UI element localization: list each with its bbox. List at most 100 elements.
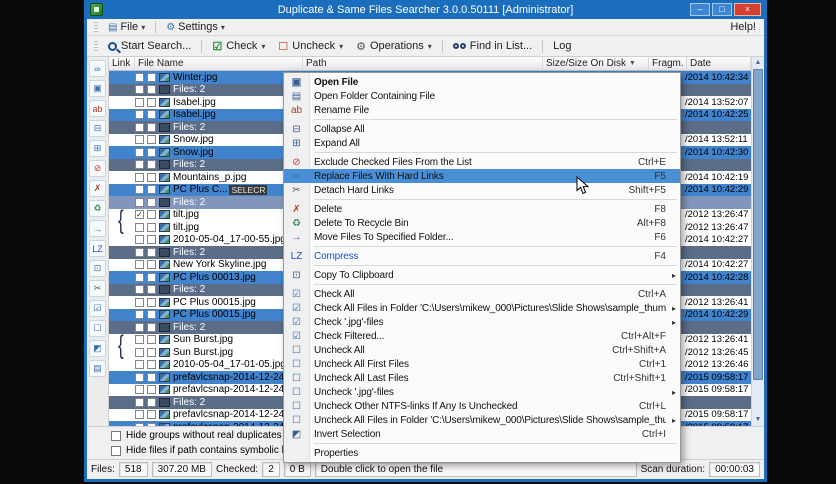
- menu-file[interactable]: ▤ File ▾: [103, 20, 150, 34]
- row-checkbox[interactable]: [147, 260, 156, 270]
- expand-icon[interactable]: ⊞: [89, 140, 106, 157]
- copy-icon[interactable]: ⊡: [89, 260, 106, 277]
- detach-icon[interactable]: ✂: [89, 280, 106, 297]
- uncheck-all-icon[interactable]: ☐: [89, 320, 106, 337]
- row-checkbox[interactable]: [135, 310, 144, 320]
- row-checkbox[interactable]: [135, 185, 144, 195]
- row-checkbox[interactable]: [135, 272, 144, 282]
- maximize-button[interactable]: □: [712, 3, 732, 16]
- row-checkbox[interactable]: [147, 347, 156, 357]
- row-checkbox[interactable]: [147, 322, 156, 332]
- start-search-button[interactable]: Start Search...: [102, 38, 197, 54]
- row-checkbox[interactable]: [135, 335, 144, 345]
- row-checkbox[interactable]: [147, 197, 156, 207]
- compress-icon[interactable]: LZ: [89, 240, 106, 257]
- minimize-button[interactable]: –: [690, 3, 710, 16]
- row-checkbox[interactable]: [147, 297, 156, 307]
- hide-symlink-checkbox[interactable]: [111, 445, 121, 456]
- context-menu-item[interactable]: ☑ Check '.jpg'-files ▸: [284, 315, 680, 329]
- context-menu-item[interactable]: ☐ Uncheck '.jpg'-files ▸: [284, 385, 680, 399]
- row-checkbox[interactable]: [147, 335, 156, 345]
- operations-button[interactable]: ⚙ Operations ▾: [350, 38, 438, 55]
- row-checkbox[interactable]: [135, 297, 144, 307]
- row-checkbox[interactable]: [147, 410, 156, 420]
- row-checkbox[interactable]: [147, 185, 156, 195]
- row-checkbox[interactable]: [135, 135, 144, 145]
- column-header-link[interactable]: Link: [109, 57, 135, 70]
- row-checkbox[interactable]: [147, 110, 156, 120]
- open-folder-icon[interactable]: ▤: [89, 360, 106, 377]
- row-checkbox[interactable]: [135, 397, 144, 407]
- row-checkbox[interactable]: [135, 410, 144, 420]
- row-checkbox[interactable]: [147, 160, 156, 170]
- column-header-file-name[interactable]: File Name: [135, 57, 303, 70]
- context-menu-item[interactable]: ▣ Open File: [284, 75, 680, 89]
- context-menu-item[interactable]: ⊞ Expand All: [284, 136, 680, 150]
- row-checkbox[interactable]: [135, 385, 144, 395]
- find-in-list-button[interactable]: Find in List...: [447, 38, 538, 54]
- row-checkbox[interactable]: [135, 322, 144, 332]
- scroll-up-icon[interactable]: ▲: [752, 57, 764, 69]
- context-menu-item[interactable]: ◩ Invert Selection Ctrl+I: [284, 427, 680, 441]
- row-checkbox[interactable]: [135, 197, 144, 207]
- exclude-icon[interactable]: ⊘: [89, 160, 106, 177]
- row-checkbox[interactable]: [135, 360, 144, 370]
- row-checkbox[interactable]: [135, 147, 144, 157]
- row-checkbox[interactable]: [147, 210, 156, 220]
- row-checkbox[interactable]: [135, 347, 144, 357]
- column-header-size[interactable]: Size/Size On Disk ▼: [543, 57, 649, 70]
- context-menu-item[interactable]: → Move Files To Specified Folder... F6: [284, 230, 680, 244]
- context-menu-item[interactable]: ⊡ Copy To Clipboard ▸: [284, 268, 680, 282]
- context-menu-item[interactable]: LZ Compress F4: [284, 249, 680, 263]
- row-checkbox[interactable]: [147, 135, 156, 145]
- invert-icon[interactable]: ◩: [89, 340, 106, 357]
- row-checkbox[interactable]: [147, 285, 156, 295]
- context-menu-item[interactable]: ♻ Delete To Recycle Bin Alt+F8: [284, 216, 680, 230]
- context-menu-item[interactable]: ☑ Check All Files in Folder 'C:\Users\mik…: [284, 301, 680, 315]
- context-menu-item[interactable]: ☑ Check Filtered... Ctrl+Alt+F: [284, 329, 680, 343]
- context-menu-item[interactable]: ⊘ Exclude Checked Files From the List Ctrl…: [284, 155, 680, 169]
- row-checkbox[interactable]: [135, 110, 144, 120]
- column-header-path[interactable]: Path: [303, 57, 543, 70]
- close-button[interactable]: ×: [734, 3, 761, 16]
- row-checkbox[interactable]: [147, 122, 156, 132]
- context-menu-item[interactable]: ☐ Uncheck Other NTFS-links If Any Is Unch…: [284, 399, 680, 413]
- context-menu-item[interactable]: ☐ Uncheck All Last Files Ctrl+Shift+1: [284, 371, 680, 385]
- context-menu-item[interactable]: ✗ Delete F8: [284, 202, 680, 216]
- context-menu-item[interactable]: ⊟ Collapse All: [284, 122, 680, 136]
- context-menu-item[interactable]: ✂ Detach Hard Links Shift+F5: [284, 183, 680, 197]
- rename-icon[interactable]: ab: [89, 100, 106, 117]
- row-checkbox[interactable]: [147, 172, 156, 182]
- row-checkbox[interactable]: [135, 260, 144, 270]
- context-menu-item[interactable]: ab Rename File: [284, 103, 680, 117]
- scrollbar-track[interactable]: [752, 69, 764, 414]
- check-button[interactable]: ☑ Check ▾: [206, 38, 271, 55]
- hide-groups-checkbox[interactable]: [111, 430, 121, 441]
- check-all-icon[interactable]: ☑: [89, 300, 106, 317]
- row-checkbox[interactable]: [147, 385, 156, 395]
- uncheck-button[interactable]: ☐ Uncheck ▾: [272, 38, 349, 55]
- row-checkbox[interactable]: [135, 122, 144, 132]
- context-menu-item[interactable]: ☐ Uncheck All Ctrl+Shift+A: [284, 343, 680, 357]
- row-checkbox[interactable]: ✓: [135, 210, 144, 220]
- log-button[interactable]: Log: [547, 38, 577, 54]
- delete-icon[interactable]: ✗: [89, 180, 106, 197]
- row-checkbox[interactable]: [135, 72, 144, 82]
- row-checkbox[interactable]: [147, 272, 156, 282]
- open-file-icon[interactable]: ▣: [89, 80, 106, 97]
- row-checkbox[interactable]: [147, 97, 156, 107]
- row-checkbox[interactable]: [147, 85, 156, 95]
- collapse-icon[interactable]: ⊟: [89, 120, 106, 137]
- row-checkbox[interactable]: [135, 97, 144, 107]
- scroll-down-icon[interactable]: ▼: [752, 414, 764, 426]
- row-checkbox[interactable]: [135, 160, 144, 170]
- replace-icon[interactable]: ∞: [89, 60, 106, 77]
- column-header-date[interactable]: Date: [687, 57, 751, 70]
- row-checkbox[interactable]: [147, 247, 156, 257]
- title-bar[interactable]: Duplicate & Same Files Searcher 3.0.0.50…: [87, 0, 764, 19]
- row-checkbox[interactable]: [135, 172, 144, 182]
- row-checkbox[interactable]: [147, 72, 156, 82]
- row-checkbox[interactable]: [147, 360, 156, 370]
- menu-help[interactable]: Help!: [730, 21, 760, 33]
- menu-settings[interactable]: ⚙ Settings ▾: [161, 20, 230, 34]
